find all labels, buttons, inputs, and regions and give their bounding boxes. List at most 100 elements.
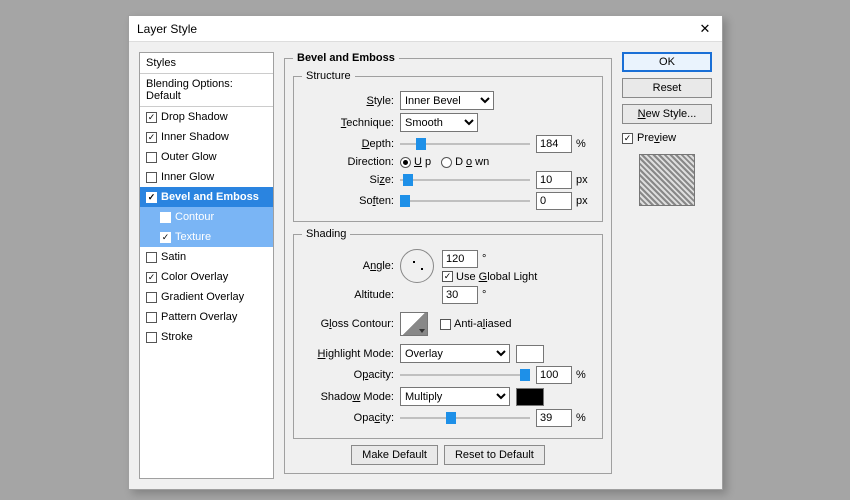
sidebar-header[interactable]: Styles xyxy=(140,53,273,74)
style-item-label: Stroke xyxy=(161,331,193,343)
technique-label: Technique: xyxy=(302,117,394,129)
checkbox[interactable] xyxy=(160,212,171,223)
depth-unit: % xyxy=(576,138,586,150)
checkbox[interactable] xyxy=(146,332,157,343)
size-slider[interactable] xyxy=(400,172,530,188)
style-item-satin[interactable]: Satin xyxy=(140,247,273,267)
global-light-checkbox[interactable]: ✓ xyxy=(442,271,453,282)
main-panel: Bevel and Emboss Structure Style: Inner … xyxy=(284,52,612,479)
style-item-label: Outer Glow xyxy=(161,151,217,163)
style-item-pattern-overlay[interactable]: Pattern Overlay xyxy=(140,307,273,327)
antialiased-label: Anti-aliased xyxy=(454,318,512,330)
style-item-label: Bevel and Emboss xyxy=(161,191,259,203)
angle-dial[interactable] xyxy=(400,249,434,283)
highlight-color-swatch[interactable] xyxy=(516,345,544,363)
style-item-contour[interactable]: Contour xyxy=(140,207,273,227)
technique-select[interactable]: Smooth xyxy=(400,113,478,132)
ok-button[interactable]: OK xyxy=(622,52,712,72)
new-style-button[interactable]: New Style... xyxy=(622,104,712,124)
angle-label: Angle: xyxy=(302,260,394,272)
style-item-label: Texture xyxy=(175,231,211,243)
style-item-color-overlay[interactable]: ✓ Color Overlay xyxy=(140,267,273,287)
highlight-opacity-slider[interactable] xyxy=(400,367,530,383)
style-item-texture[interactable]: ✓ Texture xyxy=(140,227,273,247)
direction-down-radio[interactable]: Down xyxy=(441,156,489,168)
right-buttons: OK Reset New Style... ✓ Preview xyxy=(622,52,712,479)
depth-label: Depth: xyxy=(302,138,394,150)
shading-group: Shading Angle: ° xyxy=(293,228,603,439)
style-item-inner-glow[interactable]: Inner Glow xyxy=(140,167,273,187)
altitude-label: Altitude: xyxy=(302,289,394,301)
soften-unit: px xyxy=(576,195,588,207)
checkbox[interactable] xyxy=(146,252,157,263)
checkbox[interactable]: ✓ xyxy=(146,192,157,203)
close-icon[interactable]: ✕ xyxy=(696,20,714,38)
size-input[interactable] xyxy=(536,171,572,189)
preview-checkbox[interactable]: ✓ xyxy=(622,133,633,144)
highlight-opacity-input[interactable] xyxy=(536,366,572,384)
titlebar: Layer Style ✕ xyxy=(129,16,722,42)
dialog-title: Layer Style xyxy=(137,22,696,36)
checkbox[interactable]: ✓ xyxy=(160,232,171,243)
style-item-label: Inner Shadow xyxy=(161,131,229,143)
highlight-opacity-unit: % xyxy=(576,369,586,381)
depth-input[interactable] xyxy=(536,135,572,153)
styles-sidebar: Styles Blending Options: Default ✓ Drop S… xyxy=(139,52,274,479)
style-label: Style: xyxy=(302,95,394,107)
style-item-stroke[interactable]: Stroke xyxy=(140,327,273,347)
checkbox[interactable] xyxy=(146,312,157,323)
style-item-label: Satin xyxy=(161,251,186,263)
shadow-mode-label: Shadow Mode: xyxy=(302,391,394,403)
make-default-button[interactable]: Make Default xyxy=(351,445,438,465)
shading-legend: Shading xyxy=(302,228,350,240)
checkbox[interactable]: ✓ xyxy=(146,272,157,283)
angle-input[interactable] xyxy=(442,250,478,268)
style-item-gradient-overlay[interactable]: Gradient Overlay xyxy=(140,287,273,307)
style-item-label: Contour xyxy=(175,211,214,223)
style-item-label: Drop Shadow xyxy=(161,111,228,123)
antialiased-checkbox[interactable] xyxy=(440,319,451,330)
soften-slider[interactable] xyxy=(400,193,530,209)
shadow-opacity-input[interactable] xyxy=(536,409,572,427)
preview-label: Preview xyxy=(637,132,676,144)
direction-up-radio[interactable]: Up xyxy=(400,156,431,168)
preview-thumb xyxy=(639,154,695,206)
highlight-mode-select[interactable]: Overlay xyxy=(400,344,510,363)
checkbox[interactable] xyxy=(146,172,157,183)
highlight-opacity-label: Opacity: xyxy=(302,369,394,381)
blending-options[interactable]: Blending Options: Default xyxy=(140,74,273,107)
shadow-color-swatch[interactable] xyxy=(516,388,544,406)
size-label: Size: xyxy=(302,174,394,186)
style-item-inner-shadow[interactable]: ✓ Inner Shadow xyxy=(140,127,273,147)
shadow-opacity-label: Opacity: xyxy=(302,412,394,424)
style-select[interactable]: Inner Bevel xyxy=(400,91,494,110)
shadow-opacity-slider[interactable] xyxy=(400,410,530,426)
style-item-outer-glow[interactable]: Outer Glow xyxy=(140,147,273,167)
checkbox[interactable] xyxy=(146,292,157,303)
structure-group: Structure Style: Inner Bevel Technique: … xyxy=(293,70,603,222)
size-unit: px xyxy=(576,174,588,186)
style-item-label: Pattern Overlay xyxy=(161,311,237,323)
checkbox[interactable] xyxy=(146,152,157,163)
direction-label: Direction: xyxy=(302,156,394,168)
style-item-label: Inner Glow xyxy=(161,171,214,183)
shadow-mode-select[interactable]: Multiply xyxy=(400,387,510,406)
highlight-mode-label: Highlight Mode: xyxy=(302,348,394,360)
altitude-unit: ° xyxy=(482,289,486,301)
depth-slider[interactable] xyxy=(400,136,530,152)
global-light-label: Use Global Light xyxy=(456,271,537,283)
soften-input[interactable] xyxy=(536,192,572,210)
angle-unit: ° xyxy=(482,253,486,265)
style-item-label: Color Overlay xyxy=(161,271,228,283)
reset-default-button[interactable]: Reset to Default xyxy=(444,445,545,465)
bevel-emboss-group: Bevel and Emboss Structure Style: Inner … xyxy=(284,52,612,474)
checkbox[interactable]: ✓ xyxy=(146,112,157,123)
shadow-opacity-unit: % xyxy=(576,412,586,424)
checkbox[interactable]: ✓ xyxy=(146,132,157,143)
panel-title: Bevel and Emboss xyxy=(293,52,399,64)
gloss-contour-picker[interactable] xyxy=(400,312,428,336)
style-item-bevel-and-emboss[interactable]: ✓ Bevel and Emboss xyxy=(140,187,273,207)
altitude-input[interactable] xyxy=(442,286,478,304)
style-item-drop-shadow[interactable]: ✓ Drop Shadow xyxy=(140,107,273,127)
reset-button[interactable]: Reset xyxy=(622,78,712,98)
